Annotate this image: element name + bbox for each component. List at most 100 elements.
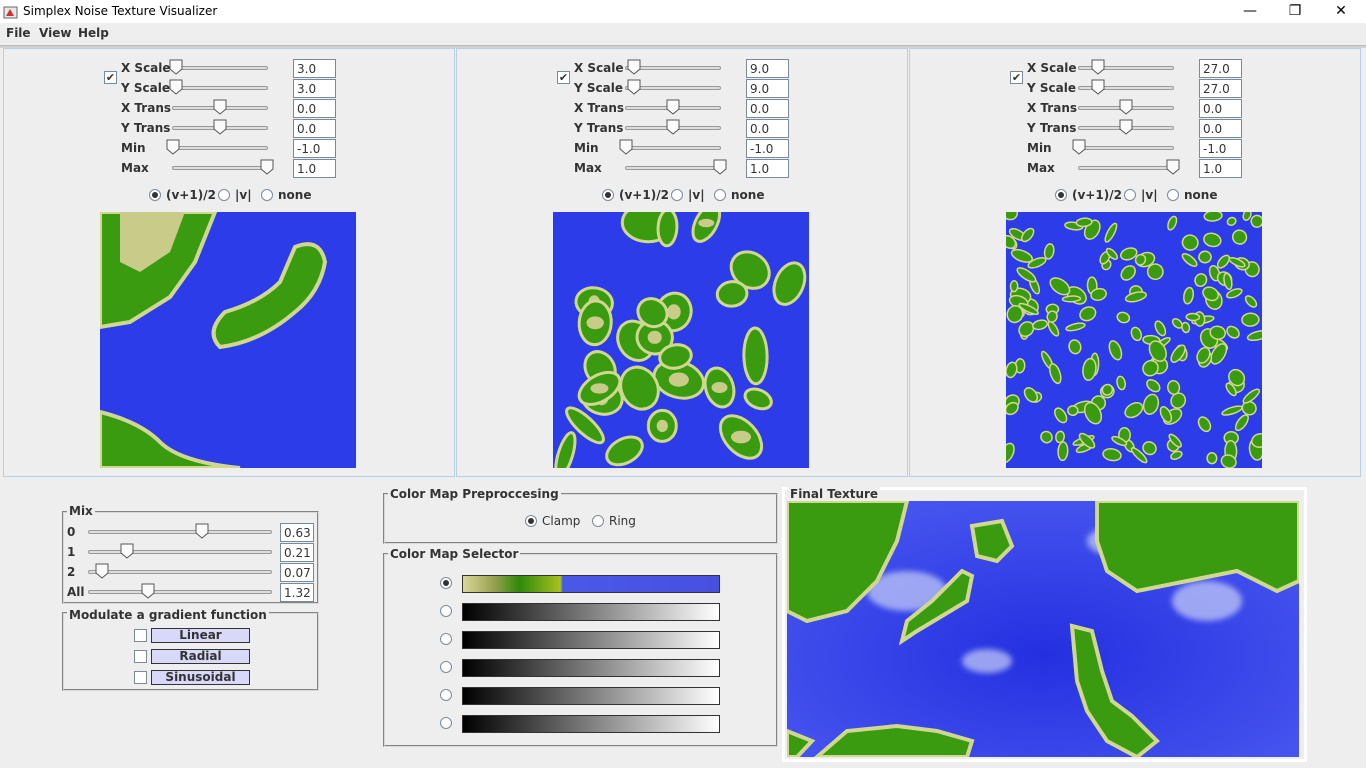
menu-file[interactable]: File: [6, 26, 31, 40]
mix-slider-thumb[interactable]: [195, 523, 209, 539]
slider-thumb[interactable]: [213, 99, 227, 115]
mode-radio[interactable]: [1167, 189, 1179, 201]
colormap-radio[interactable]: [440, 605, 452, 617]
mode-radio[interactable]: [671, 189, 683, 201]
value-field[interactable]: -1.0: [1199, 139, 1242, 158]
slider-thumb[interactable]: [1072, 139, 1086, 155]
value-field[interactable]: 9.0: [746, 59, 789, 78]
mix-slider-thumb[interactable]: [141, 583, 155, 599]
slider-thumb[interactable]: [627, 59, 641, 75]
colormap-radio[interactable]: [440, 633, 452, 645]
menu-view[interactable]: View: [39, 26, 71, 40]
slider-thumb[interactable]: [619, 139, 633, 155]
colormap-radio[interactable]: [440, 577, 452, 589]
close-button[interactable]: ✕: [1318, 0, 1364, 23]
value-field[interactable]: 1.0: [293, 159, 336, 178]
java-app-icon: [3, 6, 18, 19]
value-field[interactable]: 0.0: [1199, 99, 1242, 118]
mix-value-field[interactable]: 0.21: [280, 543, 314, 562]
value-field[interactable]: 0.0: [746, 99, 789, 118]
value-field[interactable]: 3.0: [293, 59, 336, 78]
value-field[interactable]: 1.0: [746, 159, 789, 178]
value-field[interactable]: 9.0: [746, 79, 789, 98]
slider-thumb[interactable]: [666, 99, 680, 115]
colormap-swatch[interactable]: [462, 659, 720, 677]
gradient-checkbox[interactable]: [134, 671, 147, 684]
slider-thumb[interactable]: [666, 119, 680, 135]
mode-label: (v+1)/2: [1072, 188, 1122, 202]
slider-thumb[interactable]: [627, 79, 641, 95]
slider-track[interactable]: [1078, 166, 1174, 170]
slider-thumb[interactable]: [169, 59, 183, 75]
slider-track[interactable]: [1078, 146, 1174, 150]
colormap-radio[interactable]: [440, 689, 452, 701]
slider-thumb[interactable]: [1119, 99, 1133, 115]
slider-thumb[interactable]: [1091, 59, 1105, 75]
menu-help[interactable]: Help: [78, 26, 109, 40]
colormap-swatch[interactable]: [462, 575, 720, 593]
colormap-selector-title: Color Map Selector: [388, 547, 521, 561]
slider-track[interactable]: [172, 166, 268, 170]
slider-track[interactable]: [172, 66, 268, 70]
mode-radio[interactable]: [1124, 189, 1136, 201]
mix-slider-track[interactable]: [88, 570, 272, 574]
mode-radio[interactable]: [602, 189, 614, 201]
value-field[interactable]: 0.0: [293, 99, 336, 118]
gradient-checkbox[interactable]: [134, 650, 147, 663]
value-field[interactable]: 0.0: [746, 119, 789, 138]
slider-thumb[interactable]: [260, 159, 274, 175]
mix-slider-thumb[interactable]: [120, 543, 134, 559]
slider-thumb[interactable]: [1119, 119, 1133, 135]
value-field[interactable]: -1.0: [746, 139, 789, 158]
mode-label: none: [278, 188, 312, 202]
colormap-swatch[interactable]: [462, 631, 720, 649]
gradient-radial-button[interactable]: Radial: [151, 649, 250, 664]
mix-value-field[interactable]: 1.32: [280, 583, 314, 602]
mix-slider-track[interactable]: [88, 530, 272, 534]
slider-thumb[interactable]: [1166, 159, 1180, 175]
value-field[interactable]: 1.0: [1199, 159, 1242, 178]
value-field[interactable]: 27.0: [1199, 59, 1242, 78]
slider-track[interactable]: [172, 86, 268, 90]
colormap-swatch[interactable]: [462, 603, 720, 621]
clamp-radio[interactable]: [525, 515, 537, 527]
slider-thumb[interactable]: [1091, 79, 1105, 95]
mix-slider-thumb[interactable]: [95, 563, 109, 579]
value-field[interactable]: -1.0: [293, 139, 336, 158]
mode-radio[interactable]: [1055, 189, 1067, 201]
slider-label: X Trans: [574, 101, 624, 115]
layer-enable-checkbox[interactable]: ✔: [104, 71, 117, 84]
mode-radio[interactable]: [218, 189, 230, 201]
mix-slider-track[interactable]: [88, 590, 272, 594]
value-field[interactable]: 0.0: [293, 119, 336, 138]
mix-slider-track[interactable]: [88, 550, 272, 554]
gradient-checkbox[interactable]: [134, 629, 147, 642]
slider-thumb[interactable]: [169, 79, 183, 95]
colormap-radio[interactable]: [440, 661, 452, 673]
value-field[interactable]: 3.0: [293, 79, 336, 98]
ring-radio[interactable]: [592, 515, 604, 527]
slider-track[interactable]: [172, 146, 268, 150]
layer-enable-checkbox[interactable]: ✔: [1010, 71, 1023, 84]
mix-value-field[interactable]: 0.63: [280, 523, 314, 542]
slider-thumb[interactable]: [166, 139, 180, 155]
mix-value-field[interactable]: 0.07: [280, 563, 314, 582]
colormap-swatch[interactable]: [462, 687, 720, 705]
colormap-radio[interactable]: [440, 717, 452, 729]
value-field[interactable]: 27.0: [1199, 79, 1242, 98]
mix-label: 0: [67, 525, 76, 539]
minimize-button[interactable]: —: [1227, 0, 1273, 23]
layer-enable-checkbox[interactable]: ✔: [557, 71, 570, 84]
gradient-sinusoidal-button[interactable]: Sinusoidal: [151, 670, 250, 685]
colormap-swatch[interactable]: [462, 715, 720, 733]
maximize-button[interactable]: ❐: [1272, 0, 1318, 23]
slider-thumb[interactable]: [713, 159, 727, 175]
slider-track[interactable]: [625, 166, 721, 170]
value-field[interactable]: 0.0: [1199, 119, 1242, 138]
slider-track[interactable]: [625, 146, 721, 150]
mode-radio[interactable]: [149, 189, 161, 201]
gradient-linear-button[interactable]: Linear: [151, 628, 250, 643]
mode-radio[interactable]: [714, 189, 726, 201]
mode-radio[interactable]: [261, 189, 273, 201]
slider-thumb[interactable]: [213, 119, 227, 135]
